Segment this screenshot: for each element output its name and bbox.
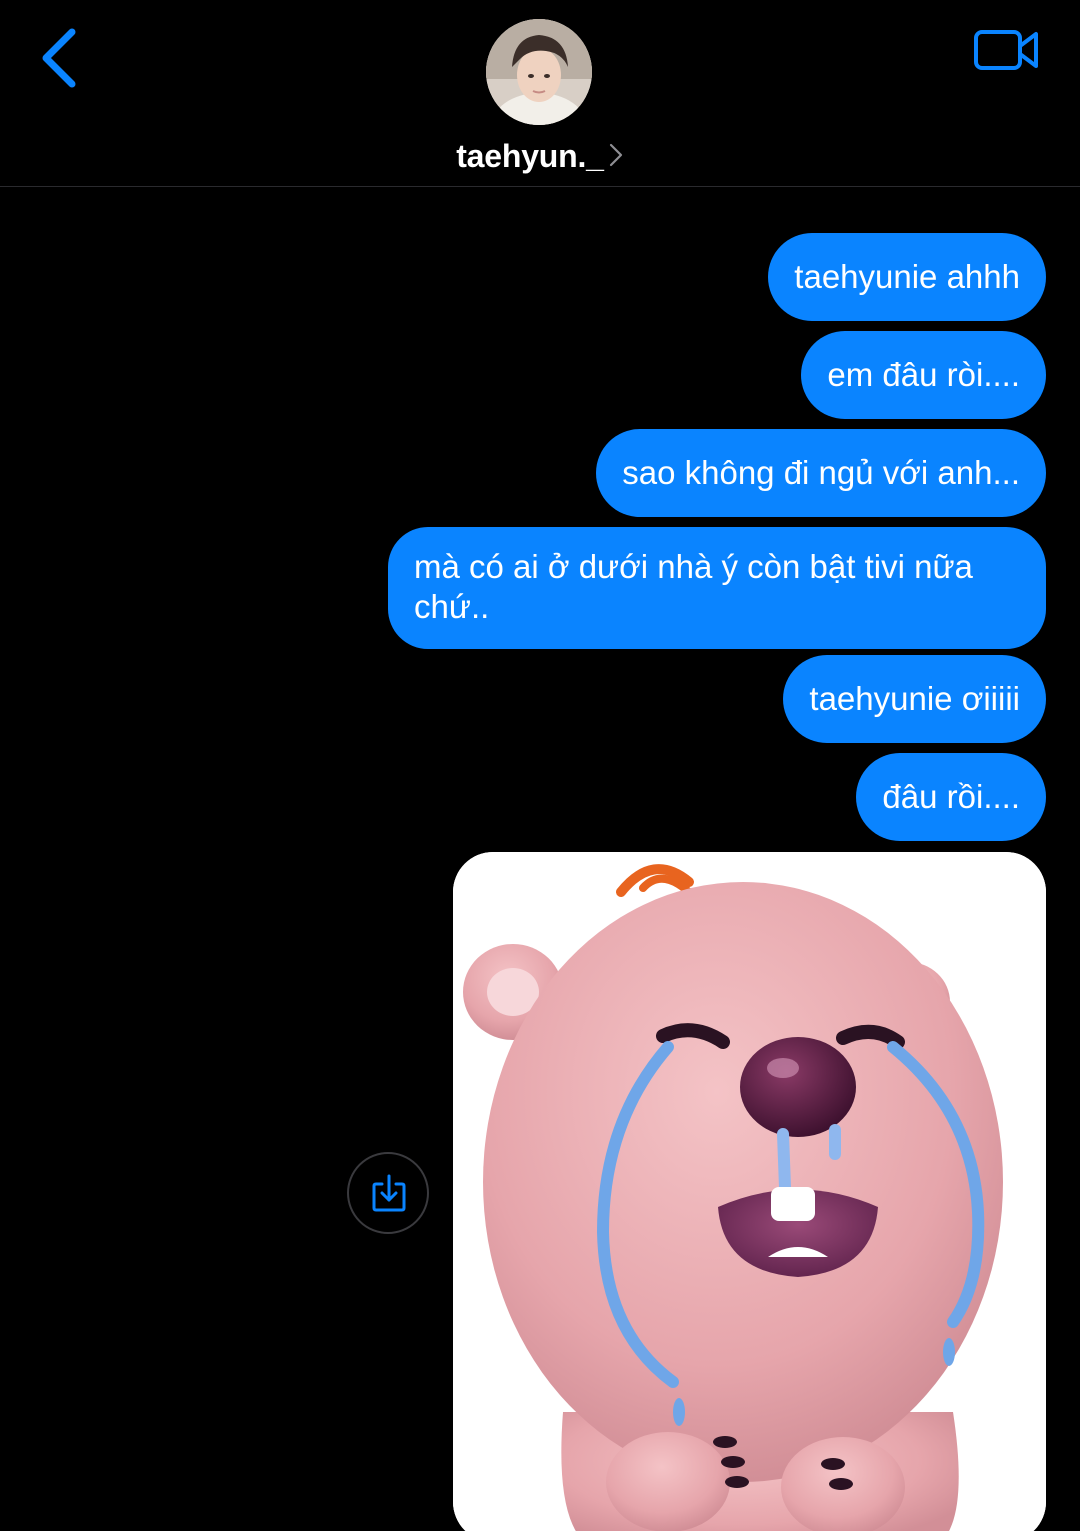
message-bubble[interactable]: em đâu ròi.... — [801, 331, 1046, 419]
video-camera-icon — [974, 30, 1038, 70]
message-bubble[interactable]: taehyunie ahhh — [768, 233, 1046, 321]
image-message[interactable] — [453, 852, 1046, 1531]
message-bubble[interactable]: đâu rồi.... — [856, 753, 1046, 841]
message-bubble[interactable]: taehyunie ơiiiii — [783, 655, 1046, 743]
conversation-header: taehyun._ — [0, 0, 1080, 187]
back-button[interactable] — [30, 22, 90, 94]
contact-name-button[interactable]: taehyun._ — [0, 138, 1080, 175]
chevron-left-icon — [42, 28, 76, 88]
message-bubble[interactable]: mà có ai ở dưới nhà ý còn bật tivi nữa c… — [388, 527, 1046, 649]
avatar-photo — [486, 19, 592, 125]
save-download-icon — [372, 1174, 406, 1212]
save-image-button[interactable] — [347, 1152, 429, 1234]
chevron-right-icon — [609, 143, 622, 167]
contact-avatar[interactable] — [486, 19, 592, 125]
contact-name: taehyun._ — [456, 138, 604, 174]
crying-beaver-sticker — [453, 852, 1046, 1531]
message-bubble[interactable]: sao không đi ngủ với anh... — [596, 429, 1046, 517]
video-call-button[interactable] — [972, 24, 1042, 76]
